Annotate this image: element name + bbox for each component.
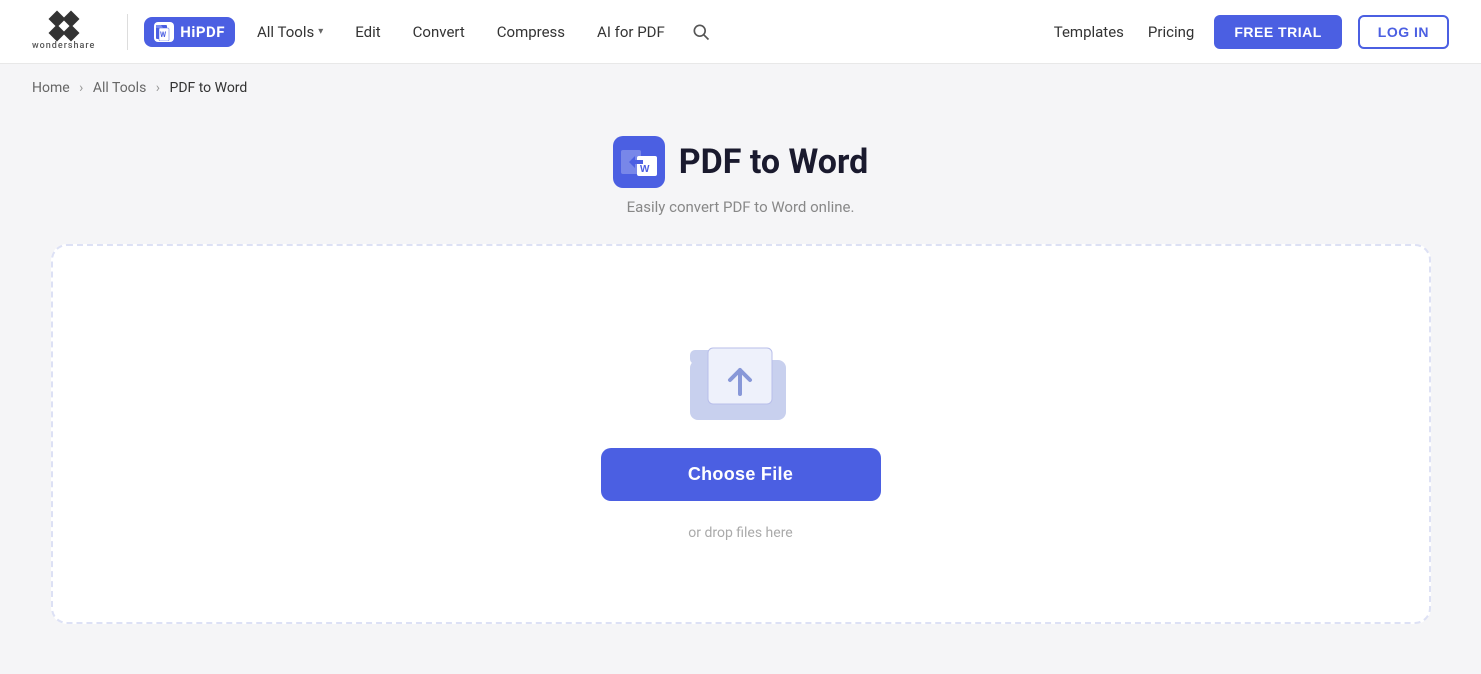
breadcrumb-sep-2: › [156, 80, 160, 96]
hipdf-label: HiPDF [180, 23, 225, 41]
pdf-word-icon-svg: W [619, 142, 659, 182]
hipdf-logo-icon: W [155, 23, 173, 41]
breadcrumb-home[interactable]: Home [32, 80, 70, 96]
nav-edit[interactable]: Edit [341, 15, 394, 49]
folder-upload-icon [686, 328, 796, 424]
folder-icon-svg [686, 328, 796, 424]
navbar-divider [127, 14, 128, 50]
navbar: wondershare W HiPDF All Tools ▾ Edit Con… [0, 0, 1481, 64]
drop-files-text: or drop files here [688, 525, 792, 541]
nav-ai-for-pdf[interactable]: AI for PDF [583, 15, 679, 49]
breadcrumb-current: PDF to Word [169, 80, 247, 96]
search-button[interactable] [683, 14, 719, 50]
pdf-to-word-icon: W [613, 136, 665, 188]
page-subtitle: Easily convert PDF to Word online. [627, 198, 855, 216]
free-trial-button[interactable]: FREE TRIAL [1214, 15, 1341, 49]
svg-text:W: W [640, 164, 650, 175]
ws-logo-mark: wondershare [32, 13, 95, 51]
login-button[interactable]: LOG IN [1358, 15, 1449, 49]
wondershare-logo[interactable]: wondershare [32, 13, 95, 51]
nav-compress[interactable]: Compress [483, 15, 579, 49]
nav-convert[interactable]: Convert [399, 15, 479, 49]
search-icon [691, 22, 711, 42]
chevron-down-icon: ▾ [318, 26, 323, 37]
nav-all-tools[interactable]: All Tools ▾ [243, 15, 337, 49]
breadcrumb-sep-1: › [79, 80, 83, 96]
main-content: W PDF to Word Easily convert PDF to Word… [0, 112, 1481, 624]
ws-diamond-4 [62, 24, 79, 41]
breadcrumb-all-tools[interactable]: All Tools [93, 80, 146, 96]
hipdf-icon: W [154, 22, 174, 42]
upload-area[interactable]: Choose File or drop files here [51, 244, 1431, 624]
hipdf-badge[interactable]: W HiPDF [144, 17, 235, 47]
choose-file-button[interactable]: Choose File [601, 448, 881, 501]
nav-templates[interactable]: Templates [1050, 15, 1128, 49]
page-title-row: W PDF to Word [613, 136, 869, 188]
ws-label: wondershare [32, 41, 95, 51]
page-title: PDF to Word [679, 142, 869, 182]
ws-diamonds [51, 13, 77, 39]
navbar-right: Templates Pricing FREE TRIAL LOG IN [1050, 15, 1449, 49]
navbar-nav: All Tools ▾ Edit Convert Compress AI for… [243, 14, 1050, 50]
nav-pricing[interactable]: Pricing [1144, 15, 1198, 49]
breadcrumb: Home › All Tools › PDF to Word [0, 64, 1481, 112]
page-header: W PDF to Word Easily convert PDF to Word… [613, 136, 869, 216]
svg-text:W: W [160, 31, 167, 39]
